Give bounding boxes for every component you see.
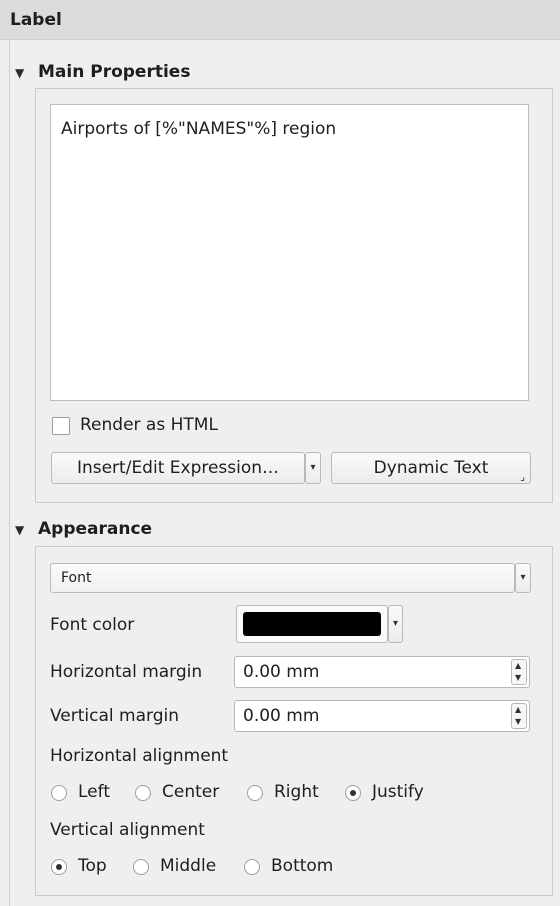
main-properties-heading[interactable]: Main Properties xyxy=(38,62,190,82)
font-color-label: Font color xyxy=(50,615,135,635)
valign-bottom-label[interactable]: Bottom xyxy=(271,856,333,876)
render-as-html-label[interactable]: Render as HTML xyxy=(80,415,218,435)
dynamic-text-label: Dynamic Text xyxy=(373,458,489,478)
valign-top-label[interactable]: Top xyxy=(78,856,107,876)
align-justify-label[interactable]: Justify xyxy=(372,782,424,802)
horizontal-margin-value: 0.00 mm xyxy=(243,662,320,682)
horizontal-margin-input[interactable]: 0.00 mm ▲ ▼ xyxy=(234,656,530,688)
render-as-html-checkbox[interactable] xyxy=(52,417,70,435)
align-right-label[interactable]: Right xyxy=(274,782,319,802)
font-combo[interactable]: Font xyxy=(50,563,515,593)
align-left-label[interactable]: Left xyxy=(78,782,110,802)
panel-left-border xyxy=(9,40,10,906)
font-color-dropdown-arrow-icon[interactable]: ▾ xyxy=(388,605,403,643)
insert-edit-expression-button[interactable]: Insert/Edit Expression… xyxy=(51,452,305,484)
dynamic-text-menu-indicator-icon: ⌟ xyxy=(520,472,525,483)
align-center-radio[interactable] xyxy=(135,785,151,801)
vertical-margin-label: Vertical margin xyxy=(50,706,179,726)
appearance-heading[interactable]: Appearance xyxy=(38,519,152,539)
expression-dropdown-arrow-icon[interactable]: ▾ xyxy=(305,452,321,484)
horizontal-alignment-label: Horizontal alignment xyxy=(50,746,229,766)
valign-top-radio[interactable] xyxy=(51,859,67,875)
valign-bottom-radio[interactable] xyxy=(244,859,260,875)
font-color-button[interactable] xyxy=(236,605,388,643)
font-color-swatch xyxy=(243,612,381,636)
horizontal-margin-label: Horizontal margin xyxy=(50,662,203,682)
align-justify-radio[interactable] xyxy=(345,785,361,801)
vertical-margin-spinner-icon[interactable]: ▲ ▼ xyxy=(511,703,527,729)
valign-middle-label[interactable]: Middle xyxy=(160,856,216,876)
label-text-editor[interactable]: Airports of [%"NAMES"%] region xyxy=(50,104,529,401)
dynamic-text-button[interactable]: Dynamic Text ⌟ xyxy=(331,452,531,484)
panel-title: Label xyxy=(0,0,560,40)
horizontal-margin-spinner-icon[interactable]: ▲ ▼ xyxy=(511,659,527,685)
align-right-radio[interactable] xyxy=(247,785,263,801)
align-center-label[interactable]: Center xyxy=(162,782,219,802)
font-dropdown-arrow-icon[interactable]: ▾ xyxy=(515,563,531,593)
collapse-triangle-icon[interactable]: ▼ xyxy=(15,66,24,80)
collapse-triangle-icon[interactable]: ▼ xyxy=(15,523,24,537)
vertical-margin-input[interactable]: 0.00 mm ▲ ▼ xyxy=(234,700,530,732)
valign-middle-radio[interactable] xyxy=(133,859,149,875)
align-left-radio[interactable] xyxy=(51,785,67,801)
vertical-alignment-label: Vertical alignment xyxy=(50,820,205,840)
vertical-margin-value: 0.00 mm xyxy=(243,706,320,726)
